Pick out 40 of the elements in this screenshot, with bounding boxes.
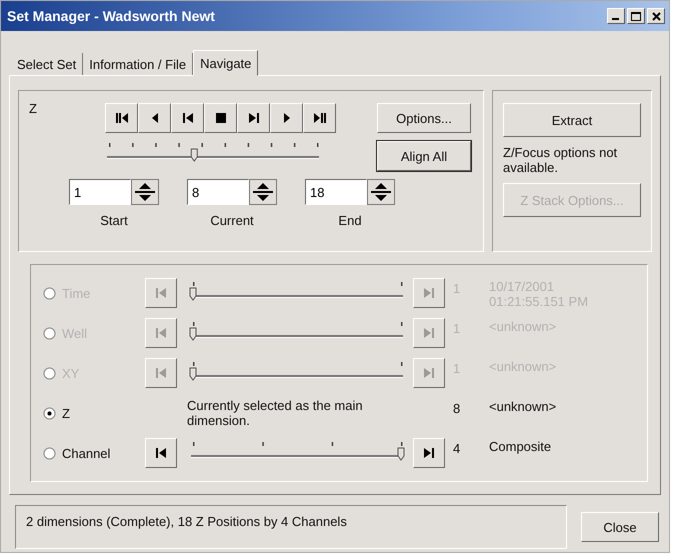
value: 4 (452, 440, 462, 456)
next-icon[interactable] (413, 438, 445, 468)
previous-icon[interactable] (171, 103, 204, 133)
maximize-icon (631, 12, 641, 20)
field-label: Start (100, 213, 128, 228)
next-icon[interactable] (237, 103, 270, 133)
button[interactable]: Align All (377, 141, 471, 171)
tab[interactable]: Select Set (11, 53, 84, 75)
play-icon[interactable] (270, 103, 303, 133)
tab[interactable]: Navigate (193, 50, 258, 76)
info-text: <unknown> (489, 398, 558, 414)
info-text: Composite (489, 438, 552, 454)
radio-button[interactable]: Channel (43, 446, 110, 460)
stop-icon[interactable] (204, 103, 237, 133)
previous-icon[interactable] (145, 438, 177, 468)
close-icon (652, 12, 660, 20)
note: Currently selected as the main dimension. (186, 398, 364, 428)
group-label: Z (29, 101, 37, 116)
message: Z/Focus options not available. (503, 145, 618, 175)
button[interactable]: Options... (377, 103, 471, 133)
field-label: End (338, 213, 362, 228)
close-button[interactable]: Close (581, 512, 659, 542)
radio-button[interactable]: Z (43, 406, 70, 420)
window-title: Set Manager - Wadsworth Newt (7, 8, 216, 24)
close-button[interactable] (647, 8, 665, 24)
maximize-button[interactable] (627, 8, 645, 24)
value: 8 (452, 400, 462, 416)
number-field[interactable]: 8 (187, 179, 249, 205)
step-back-icon[interactable] (138, 103, 171, 133)
spin-buttons[interactable] (131, 179, 159, 205)
minimize-button[interactable] (607, 8, 625, 24)
spin-buttons[interactable] (249, 179, 277, 205)
number-field[interactable]: 1 (69, 179, 131, 205)
spin-buttons[interactable] (367, 179, 395, 205)
number-field[interactable]: 18 (305, 179, 367, 205)
status-text: 2 dimensions (Complete), 18 Z Positions by 4 Channels (15, 505, 567, 549)
skip-last-icon[interactable] (303, 103, 336, 133)
extract-button[interactable]: Extract (503, 103, 641, 137)
skip-first-icon[interactable] (105, 103, 138, 133)
field-label: Current (210, 213, 254, 228)
